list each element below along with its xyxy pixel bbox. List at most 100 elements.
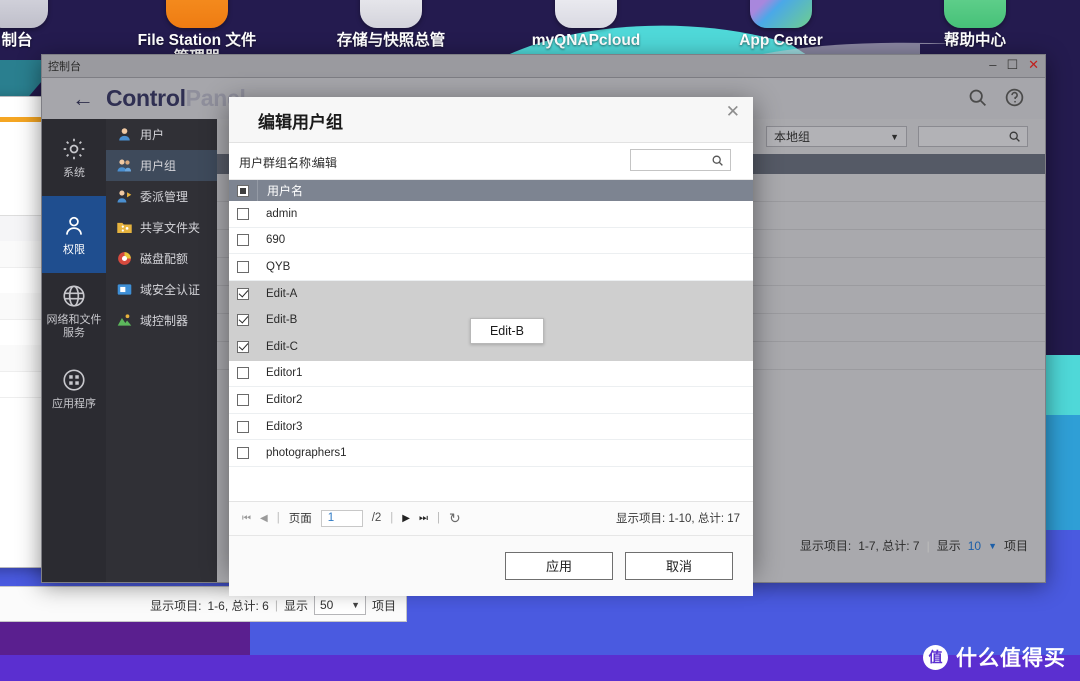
row-checkbox[interactable]: [237, 421, 249, 433]
group-name-label: 用户群组名称:: [239, 154, 314, 171]
row-checkbox-cell[interactable]: [229, 314, 257, 326]
row-checkbox-cell[interactable]: [229, 394, 257, 406]
row-checkbox[interactable]: [237, 367, 249, 379]
menu-item-users[interactable]: 用户: [106, 119, 217, 150]
menu-label-domain-security: 域安全认证: [140, 281, 200, 298]
row-checkbox[interactable]: [237, 447, 249, 459]
help-icon[interactable]: [1004, 87, 1025, 108]
cp-page-size[interactable]: 10: [968, 539, 981, 553]
user-name: photographers1: [257, 447, 347, 459]
list-item[interactable]: Editor3: [229, 414, 753, 441]
dock-item-app-center[interactable]: App Center: [701, 0, 861, 49]
dialog-close-icon[interactable]: ✕: [726, 102, 740, 122]
dock-item-myqnapcloud[interactable]: myQNAPcloud: [506, 0, 666, 49]
window-titlebar[interactable]: 控制台 – ☐ ✕: [41, 54, 1046, 77]
list-item[interactable]: Editor2: [229, 387, 753, 414]
row-checkbox-cell[interactable]: [229, 234, 257, 246]
row-checkbox-cell[interactable]: [229, 341, 257, 353]
menu-label-disk-quota: 磁盘配额: [140, 250, 188, 267]
menu-item-delegation[interactable]: 委派管理: [106, 181, 217, 212]
menu-item-shared-folders[interactable]: 共享文件夹: [106, 212, 217, 243]
user-name: Edit-B: [257, 314, 297, 326]
dock-label-help-center: 帮助中心: [895, 32, 1055, 49]
menu-item-domain-security[interactable]: 域安全认证: [106, 274, 217, 305]
row-checkbox[interactable]: [237, 208, 249, 220]
row-checkbox[interactable]: [237, 288, 249, 300]
disk-quota-icon: [116, 250, 133, 267]
prev-page-icon[interactable]: ◀: [260, 513, 268, 524]
dialog-title: 编辑用户组: [258, 108, 343, 133]
last-page-icon[interactable]: ⏭: [419, 513, 428, 524]
user-name: Edit-C: [257, 341, 298, 353]
dialog-buttons: 应用 取消: [229, 536, 753, 596]
dialog-showing-label: 显示项目:: [616, 513, 665, 525]
list-item[interactable]: Editor1: [229, 361, 753, 388]
dialog-table-header: 用户名: [229, 180, 753, 201]
close-button[interactable]: ✕: [1028, 58, 1039, 72]
group-type-value: 本地组: [774, 128, 810, 145]
dialog-search-input[interactable]: [630, 149, 731, 171]
rail-label-privilege: 权限: [45, 244, 103, 257]
cp-showing-label: 显示项目:: [800, 537, 851, 554]
dock-item-help-center[interactable]: 帮助中心: [895, 0, 1055, 49]
apply-button[interactable]: 应用: [505, 552, 613, 580]
control-panel-menu: 用户 用户组 委派管理: [106, 119, 217, 582]
page-number-input[interactable]: 1: [321, 510, 363, 527]
menu-label-user-groups: 用户组: [140, 157, 176, 174]
select-all-checkbox-cell[interactable]: [229, 185, 257, 197]
menu-item-user-groups[interactable]: 用户组: [106, 150, 217, 181]
row-checkbox[interactable]: [237, 314, 249, 326]
list-item[interactable]: admin: [229, 201, 753, 228]
row-checkbox[interactable]: [237, 234, 249, 246]
chevron-down-icon[interactable]: ▼: [988, 541, 997, 551]
cancel-button[interactable]: 取消: [625, 552, 733, 580]
back-button[interactable]: ←: [72, 88, 94, 110]
row-checkbox[interactable]: [237, 394, 249, 406]
dialog-showing-range: 1-10, 总计: 17: [668, 513, 740, 525]
rail-item-network[interactable]: 网络和文件服务: [42, 273, 106, 350]
row-checkbox[interactable]: [237, 261, 249, 273]
list-item[interactable]: QYB: [229, 254, 753, 281]
minimize-button[interactable]: –: [989, 58, 996, 72]
search-icon[interactable]: [967, 87, 988, 108]
grid-icon: [61, 367, 87, 393]
group-type-select[interactable]: 本地组 ▼: [766, 126, 907, 147]
list-item[interactable]: photographers1: [229, 440, 753, 467]
person-icon: [61, 213, 87, 239]
row-checkbox-cell[interactable]: [229, 447, 257, 459]
first-page-icon[interactable]: ⏮: [242, 513, 251, 524]
user-name: QYB: [257, 261, 290, 273]
row-checkbox-cell[interactable]: [229, 208, 257, 220]
rail-item-applications[interactable]: 应用程序: [42, 350, 106, 427]
row-checkbox-cell[interactable]: [229, 367, 257, 379]
dock-item-storage-snapshot[interactable]: 存储与快照总管: [311, 0, 471, 49]
row-checkbox[interactable]: [237, 341, 249, 353]
next-page-icon[interactable]: ▶: [402, 513, 410, 524]
group-search-input[interactable]: [918, 126, 1028, 147]
row-checkbox-cell[interactable]: [229, 288, 257, 300]
dialog-list-empty-space: [229, 467, 753, 502]
menu-item-domain-controller[interactable]: 域控制器: [106, 305, 217, 336]
left-items-label: 项目: [372, 597, 396, 614]
user-name: 690: [257, 234, 285, 246]
page-size-value: 50: [320, 598, 333, 612]
domain-security-icon: [116, 281, 133, 298]
menu-item-disk-quota[interactable]: 磁盘配额: [106, 243, 217, 274]
rail-item-system[interactable]: 系统: [42, 119, 106, 196]
list-item[interactable]: 690: [229, 228, 753, 255]
control-panel-footer: 显示项目: 1-7, 总计: 7 | 显示 10 ▼ 项目: [800, 537, 1028, 554]
control-panel-icon: [0, 0, 48, 28]
row-checkbox-cell[interactable]: [229, 261, 257, 273]
refresh-icon[interactable]: ↻: [449, 510, 461, 527]
list-item[interactable]: Edit-A: [229, 281, 753, 308]
rail-item-privilege[interactable]: 权限: [42, 196, 106, 273]
select-all-checkbox[interactable]: [237, 185, 249, 197]
globe-icon: [61, 283, 87, 309]
page-title: ControlPanel: [106, 85, 246, 112]
maximize-button[interactable]: ☐: [1006, 58, 1018, 72]
domain-controller-icon: [116, 312, 133, 329]
page-size-select[interactable]: 50 ▼: [314, 595, 366, 615]
cp-footer-divider: |: [927, 539, 930, 553]
row-checkbox-cell[interactable]: [229, 421, 257, 433]
dock-item-control-panel[interactable]: 制台: [0, 0, 97, 49]
